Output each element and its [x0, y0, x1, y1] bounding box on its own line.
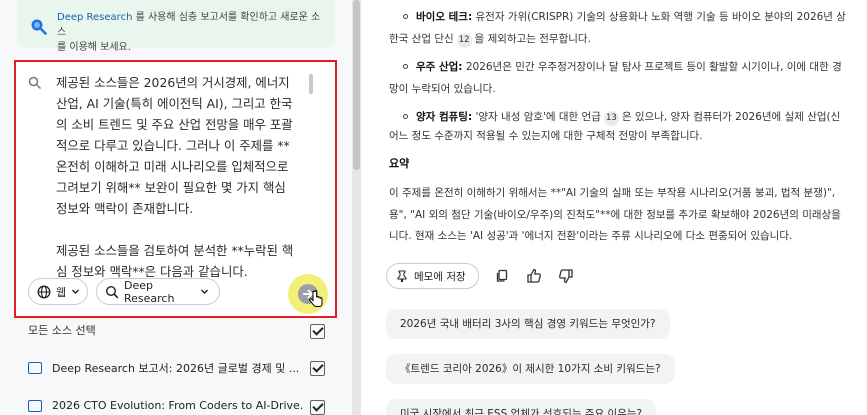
source-checkbox[interactable] [310, 400, 325, 415]
scrollbar-thumb[interactable] [353, 0, 360, 170]
quantum-text-1b: 은 있으나, 양자 컴퓨터가 2026년에 실제 산업(신 [621, 111, 841, 123]
chat-input-box[interactable]: 제공된 소스들은 2026년의 거시경제, 에너지 산업, AI 기술(특히 에… [14, 60, 337, 318]
bio-bullet-line2: 한국 산업 단신 12 을 제외하고는 전무합니다. [389, 28, 867, 50]
source-title: Deep Research 보고서: 2026년 글로벌 경제 및 ... [52, 362, 300, 375]
deep-research-chip[interactable]: Deep Research [96, 278, 220, 305]
space-label: 우주 산업: [416, 61, 463, 73]
deep-research-icon [31, 19, 47, 35]
summary-line: 니다. 현재 소스는 'AI 성공'과 '에너지 전환'이라는 주류 시나리오에… [389, 230, 793, 242]
bio-bullet: 바이오 테크: 유전자 가위(CRISPR) 기술의 상용화나 노화 역행 기술… [389, 6, 867, 28]
thumbs-down-button[interactable] [557, 267, 575, 285]
copy-button[interactable] [493, 267, 511, 285]
thumbs-up-button[interactable] [525, 267, 543, 285]
source-item[interactable]: 2026 CTO Evolution: From Coders to AI-Dr… [28, 399, 303, 412]
bio-text-2b: 을 제외하고는 전무합니다. [474, 33, 591, 45]
document-icon [28, 399, 42, 412]
report-icon [28, 362, 42, 374]
citation-badge[interactable]: 13 [603, 111, 619, 126]
suggested-question[interactable]: 《트렌드 코리아 2026》이 제시한 10가지 소비 키워드는? [386, 354, 675, 384]
select-all-sources-label: 모든 소스 선택 [28, 324, 96, 337]
space-text: 2026년은 민간 우주정거장이나 달 탐사 프로젝트 등이 활발할 시기이나,… [462, 61, 842, 73]
thumbs-down-icon [558, 269, 573, 284]
quantum-label: 양자 컴퓨팅: [416, 111, 473, 123]
space-bullet-line2: 망이 누락되어 있습니다. [389, 83, 496, 95]
copy-icon [496, 269, 507, 282]
tip-brand: Deep Research [57, 12, 133, 23]
source-item[interactable]: Deep Research 보고서: 2026년 글로벌 경제 및 ... [28, 360, 303, 376]
input-scrollbar[interactable] [309, 74, 313, 94]
response-actions: 메모에 저장 [386, 263, 575, 289]
globe-icon [37, 285, 51, 298]
citation-badge[interactable]: 12 [456, 33, 472, 48]
source-checkbox[interactable] [310, 361, 325, 376]
quantum-bullet-line2: 어느 정도 수준까지 적용될 수 있는지에 대한 구체적 전망이 부족합니다. [389, 130, 703, 142]
hand-cursor-icon [309, 290, 323, 307]
save-to-memo-button[interactable]: 메모에 저장 [386, 263, 479, 289]
deep-research-chip-label: Deep Research [124, 278, 175, 305]
chat-response-panel: 바이오 테크: 유전자 가위(CRISPR) 기술의 상용화나 노화 역행 기술… [361, 0, 867, 415]
search-icon [28, 76, 42, 90]
deep-research-search-icon [105, 285, 119, 298]
web-chip-label: 웹 [56, 285, 67, 299]
summary-heading: 요약 [389, 157, 410, 170]
pin-icon [397, 270, 407, 282]
chevron-down-icon [201, 289, 208, 294]
bio-text-2a: 한국 산업 단신 [389, 33, 454, 45]
bio-label: 바이오 테크: [416, 11, 473, 23]
web-source-chip[interactable]: 웹 [28, 278, 88, 305]
source-title: 2026 CTO Evolution: From Coders to AI-Dr… [52, 399, 303, 412]
tip-text-2: 를 이용해 보세요. [57, 42, 131, 53]
bullet-dot [403, 14, 408, 19]
space-bullet: 우주 산업: 2026년은 민간 우주정거장이나 달 탐사 프로젝트 등이 활발… [389, 56, 867, 78]
deep-research-tip[interactable]: Deep Research 를 사용해 심층 보고서를 확인하고 새로운 소스 … [17, 0, 335, 53]
bullet-dot [403, 64, 408, 69]
suggested-question[interactable]: 미국 시장에서 최근 ESS 업체가 선호되는 주요 이유는? [386, 399, 657, 415]
suggested-question[interactable]: 2026년 국내 배터리 3사의 핵심 경영 키워드는 무엇인가? [386, 309, 670, 339]
bullet-dot [403, 114, 408, 119]
quantum-text-1a: '양자 내성 암호'에 대한 언급 [472, 111, 601, 123]
sources-panel: Deep Research 를 사용해 심층 보고서를 확인하고 새로운 소스 … [0, 0, 352, 415]
panel-scrollbar[interactable] [352, 0, 361, 415]
select-all-checkbox[interactable] [310, 324, 325, 339]
chat-input-text[interactable]: 제공된 소스들은 2026년의 거시경제, 에너지 산업, AI 기술(특히 에… [56, 72, 308, 282]
bio-text: 유전자 가위(CRISPR) 기술의 상용화나 노화 역행 기술 등 바이오 분… [472, 11, 846, 23]
summary-line: 용", "AI 외의 첨단 기술(바이오/우주)의 진척도"**에 대한 정보를… [389, 209, 841, 221]
summary-line: 이 주제를 온전히 이해하기 위해서는 **"AI 기술의 실패 또는 부작용 … [389, 187, 836, 199]
thumbs-up-icon [526, 268, 541, 283]
save-to-memo-label: 메모에 저장 [414, 270, 466, 283]
chevron-down-icon [72, 289, 80, 294]
